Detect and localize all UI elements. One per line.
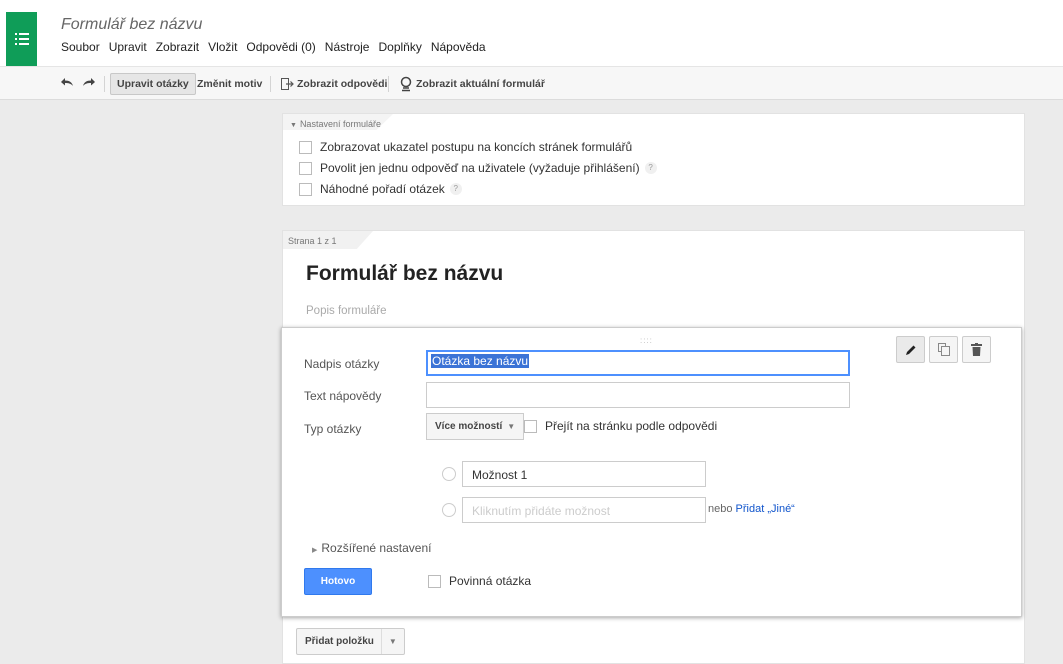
collapse-triangle-icon: ▼ bbox=[290, 122, 297, 129]
question-type-value: Více možností bbox=[435, 421, 503, 432]
radio-icon bbox=[442, 467, 456, 481]
forms-app-icon[interactable] bbox=[6, 12, 37, 66]
view-responses-button[interactable]: Zobrazit odpovědi bbox=[274, 73, 394, 95]
question-editor: :::: Nadpis otázky Otázka bez názvu Text… bbox=[281, 327, 1022, 617]
help-icon[interactable]: ? bbox=[644, 162, 657, 174]
pencil-icon bbox=[905, 345, 915, 355]
page-number-label: Strana 1 z 1 bbox=[288, 236, 337, 246]
change-theme-button[interactable]: Změnit motiv bbox=[190, 73, 269, 95]
advanced-settings-label: Rozšířené nastavení bbox=[321, 541, 432, 555]
setting-label: Náhodné pořadí otázek bbox=[320, 182, 445, 196]
edit-question-button[interactable] bbox=[896, 336, 925, 363]
menu-addons[interactable]: Doplňky bbox=[378, 40, 421, 54]
toolbar-divider bbox=[388, 76, 389, 92]
view-live-form-label: Zobrazit aktuální formulář bbox=[416, 78, 545, 90]
question-title-value: Otázka bez názvu bbox=[431, 354, 530, 368]
expand-triangle-icon: ▶ bbox=[312, 547, 318, 554]
add-other-link[interactable]: Přidat „Jiné“ bbox=[736, 503, 795, 515]
list-icon bbox=[14, 33, 29, 45]
redo-icon[interactable] bbox=[82, 77, 96, 87]
question-title-label: Nadpis otázky bbox=[304, 357, 380, 371]
go-to-page-option[interactable]: Přejít na stránku podle odpovědi bbox=[524, 419, 717, 433]
chevron-down-icon: ▼ bbox=[507, 422, 516, 431]
magnifier-icon bbox=[400, 76, 412, 92]
duplicate-icon bbox=[937, 343, 950, 356]
setting-shuffle-questions[interactable]: Náhodné pořadí otázek ? bbox=[299, 182, 462, 196]
chevron-down-icon[interactable]: ▼ bbox=[382, 637, 404, 646]
document-title[interactable]: Formulář bez názvu bbox=[61, 16, 202, 34]
checkbox[interactable] bbox=[299, 140, 312, 154]
undo-icon[interactable] bbox=[60, 77, 74, 87]
help-text-input[interactable] bbox=[426, 382, 850, 408]
required-question-option[interactable]: Povinná otázka bbox=[428, 574, 531, 588]
help-icon[interactable]: ? bbox=[449, 183, 462, 195]
checkbox[interactable] bbox=[428, 574, 441, 588]
menu-insert[interactable]: Vložit bbox=[208, 40, 237, 54]
add-option-input[interactable]: Kliknutím přidáte možnost bbox=[462, 497, 706, 523]
option-input[interactable]: Možnost 1 bbox=[462, 461, 706, 487]
view-live-form-button[interactable]: Zobrazit aktuální formulář bbox=[392, 73, 552, 95]
add-item-label: Přidat položku bbox=[297, 629, 382, 654]
edit-questions-button[interactable]: Upravit otázky bbox=[110, 73, 196, 95]
setting-one-response[interactable]: Povolit jen jednu odpověď na uživatele (… bbox=[299, 161, 657, 175]
export-icon bbox=[281, 78, 294, 90]
menu-bar: Soubor Upravit Zobrazit Vložit Odpovědi … bbox=[61, 40, 495, 54]
trash-icon bbox=[971, 343, 982, 356]
form-description-input[interactable]: Popis formuláře bbox=[306, 305, 387, 317]
form-settings-heading: Nastavení formuláře bbox=[299, 119, 381, 129]
radio-icon bbox=[442, 503, 456, 517]
required-label: Povinná otázka bbox=[449, 574, 532, 588]
view-responses-label: Zobrazit odpovědi bbox=[297, 78, 388, 90]
checkbox[interactable] bbox=[524, 419, 537, 433]
checkbox[interactable] bbox=[299, 161, 312, 175]
add-other-option: nebo Přidat „Jiné“ bbox=[708, 503, 795, 515]
add-item-button[interactable]: Přidat položku ▼ bbox=[296, 628, 405, 655]
setting-label: Zobrazovat ukazatel postupu na koncích s… bbox=[320, 140, 633, 154]
form-settings-toggle[interactable]: ▼ Nastavení formuláře bbox=[290, 119, 381, 129]
delete-question-button[interactable] bbox=[962, 336, 991, 363]
menu-help[interactable]: Nápověda bbox=[431, 40, 486, 54]
or-text: nebo bbox=[708, 503, 733, 515]
drag-handle[interactable]: :::: bbox=[640, 336, 653, 345]
menu-responses[interactable]: Odpovědi (0) bbox=[246, 40, 315, 54]
go-to-page-label: Přejít na stránku podle odpovědi bbox=[545, 419, 718, 433]
menu-file[interactable]: Soubor bbox=[61, 40, 100, 54]
question-title-input[interactable]: Otázka bez názvu bbox=[426, 350, 850, 376]
question-type-label: Typ otázky bbox=[304, 422, 362, 436]
setting-label: Povolit jen jednu odpověď na uživatele (… bbox=[320, 161, 640, 175]
menu-tools[interactable]: Nástroje bbox=[325, 40, 370, 54]
menu-view[interactable]: Zobrazit bbox=[156, 40, 199, 54]
form-settings-panel: ▼ Nastavení formuláře Zobrazovat ukazatel… bbox=[282, 113, 1025, 206]
menu-edit[interactable]: Upravit bbox=[109, 40, 147, 54]
setting-progress-bar[interactable]: Zobrazovat ukazatel postupu na koncích s… bbox=[299, 140, 632, 154]
advanced-settings-toggle[interactable]: ▶ Rozšířené nastavení bbox=[312, 541, 431, 555]
toolbar-divider bbox=[104, 76, 105, 92]
help-text-label: Text nápovědy bbox=[304, 389, 382, 403]
app-header: Formulář bez názvu Soubor Upravit Zobraz… bbox=[0, 0, 1063, 66]
form-title[interactable]: Formulář bez názvu bbox=[306, 262, 503, 286]
question-type-dropdown[interactable]: Více možností ▼ bbox=[426, 413, 525, 440]
done-button[interactable]: Hotovo bbox=[304, 568, 372, 595]
duplicate-question-button[interactable] bbox=[929, 336, 958, 363]
toolbar: Upravit otázky Změnit motiv Zobrazit odp… bbox=[0, 66, 1063, 100]
checkbox[interactable] bbox=[299, 182, 312, 196]
toolbar-divider bbox=[270, 76, 271, 92]
